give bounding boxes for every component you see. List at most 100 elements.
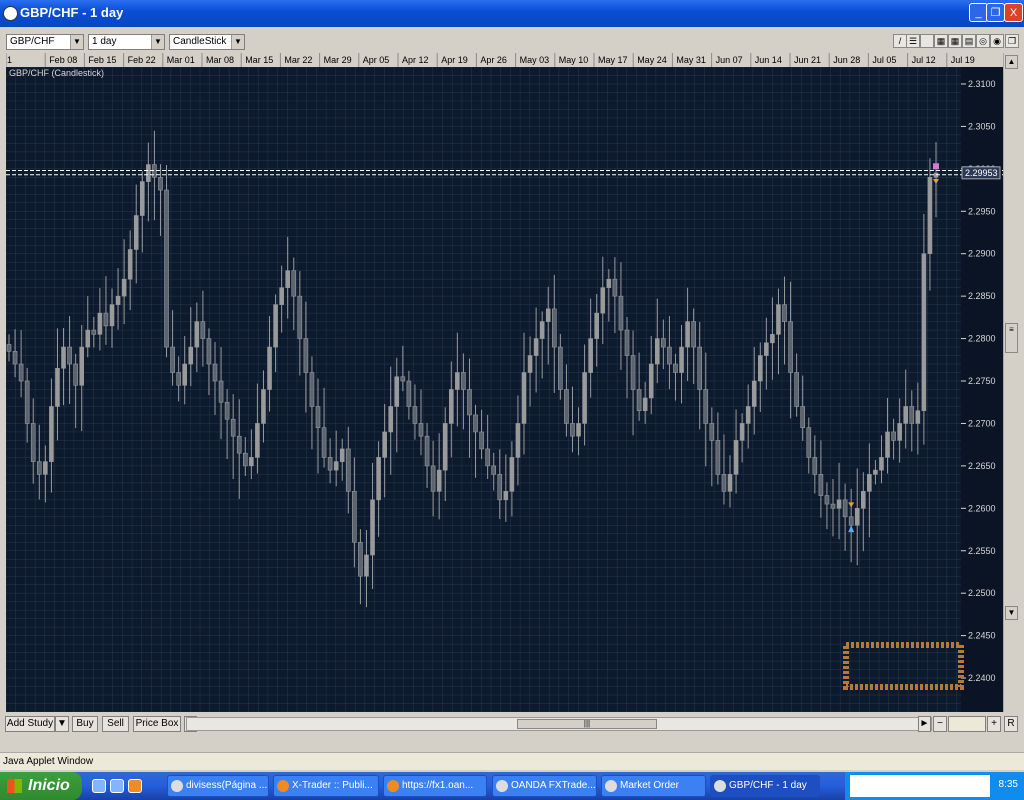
tray-area: [850, 775, 990, 797]
candle-body: [709, 423, 715, 441]
task-label: OANDA FXTrade...: [511, 780, 596, 791]
candle-body: [242, 452, 248, 467]
candle-body: [733, 440, 739, 475]
chevron-down-icon[interactable]: ▼: [151, 35, 164, 49]
scroll-down-icon[interactable]: ▼: [1005, 606, 1018, 620]
reset-button[interactable]: R: [1004, 716, 1018, 732]
task-icon: [171, 780, 183, 792]
add-study-dropdown[interactable]: ▼: [55, 716, 69, 732]
date-tick-label: Mar 08: [206, 55, 234, 65]
scroll-right-button[interactable]: ►: [918, 716, 931, 732]
date-tick-label: May 31: [676, 55, 706, 65]
candle-body: [576, 423, 581, 437]
candle-body: [442, 423, 448, 471]
candle-body: [146, 164, 151, 182]
candle-body: [836, 499, 842, 509]
zoom-icon[interactable]: ◎: [976, 34, 990, 48]
price-tick-label: 2.2400: [968, 673, 996, 683]
task-market-order[interactable]: Market Order: [601, 775, 706, 797]
date-tick-label: Apr 12: [402, 55, 429, 65]
candle-body: [273, 304, 278, 348]
candle-body: [751, 380, 757, 407]
chart-type-select[interactable]: CandleStick ▼: [169, 34, 245, 50]
candle-body: [667, 346, 672, 365]
candle-body: [297, 295, 303, 339]
zoom-out-button[interactable]: −: [933, 716, 947, 732]
sell-button[interactable]: Sell: [102, 716, 129, 732]
candle-body: [824, 495, 830, 505]
candle-body: [612, 278, 618, 297]
system-tray: 8:35: [845, 772, 1024, 800]
candle-body: [230, 418, 236, 437]
candle-body: [55, 367, 60, 407]
restore-icon[interactable]: ❐: [1005, 34, 1019, 48]
candle-body: [212, 363, 218, 382]
close-button[interactable]: X: [1004, 3, 1023, 22]
firefox-quicklaunch-icon[interactable]: [128, 779, 142, 793]
ie-quicklaunch-icon[interactable]: [92, 779, 106, 793]
date-tick-label: May 10: [559, 55, 589, 65]
candle-body: [382, 431, 387, 458]
vertical-scrollbar[interactable]: ▲ ≡ ▼: [1003, 53, 1019, 712]
price-box-button[interactable]: Price Box: [133, 716, 181, 732]
candle-body: [854, 508, 860, 526]
candle-body: [436, 469, 442, 492]
candle-body: [321, 427, 327, 458]
window-title-bar[interactable]: GBP/CHF - 1 day _ ❐ X: [0, 0, 1024, 27]
scroll-up-icon[interactable]: ▲: [1005, 55, 1018, 69]
scroll-thumb[interactable]: ≡: [1005, 323, 1018, 353]
chevron-down-icon[interactable]: ▼: [231, 35, 244, 49]
price-chart[interactable]: 1 Feb 08 Feb 15 Feb 22 Mar 01 Mar 08 Mar 15 Mar…: [5, 53, 1019, 713]
task-divisess[interactable]: divisess(Página ...: [167, 775, 269, 797]
date-tick-label: Mar 15: [245, 55, 273, 65]
candle-body: [91, 329, 97, 335]
explorer-quicklaunch-icon[interactable]: [110, 779, 124, 793]
task-oanda-fxtrade[interactable]: OANDA FXTrade...: [492, 775, 597, 797]
date-tick-label: Jul 12: [912, 55, 936, 65]
horizontal-scrollbar[interactable]: |||: [186, 717, 932, 731]
price-tick-label: 2.2750: [968, 376, 996, 386]
target-icon[interactable]: ◉: [990, 34, 1004, 48]
horizontal-scroll-thumb[interactable]: |||: [517, 719, 657, 729]
candle-body: [715, 440, 721, 475]
grid-icon[interactable]: ☰: [906, 34, 920, 48]
date-tick-label: Jun 28: [833, 55, 860, 65]
candle-body: [133, 215, 139, 250]
task-gbp-chf-chart[interactable]: GBP/CHF - 1 day: [710, 775, 820, 797]
table-icon[interactable]: ▦: [934, 34, 948, 48]
date-tick-label: Feb 08: [49, 55, 77, 65]
candle-body: [6, 344, 12, 352]
candle-body: [158, 177, 163, 191]
chart-type-value: CandleStick: [173, 36, 227, 47]
task-label: X-Trader :: Publi...: [292, 780, 373, 791]
blank-icon[interactable]: [920, 34, 934, 48]
candle-body: [400, 376, 406, 382]
task-label: divisess(Página ...: [186, 780, 268, 791]
instrument-select[interactable]: GBP/CHF ▼: [6, 34, 84, 50]
zoom-track[interactable]: [948, 716, 986, 732]
candle-body: [630, 355, 636, 390]
start-button[interactable]: Inicio: [0, 772, 82, 800]
task-icon: [277, 780, 289, 792]
candle-body: [309, 372, 315, 407]
chevron-down-icon[interactable]: ▼: [70, 35, 83, 49]
candle-body: [236, 435, 242, 454]
candlestick-chart-svg[interactable]: 1 Feb 08 Feb 15 Feb 22 Mar 01 Mar 08 Mar 15 Mar…: [5, 53, 1019, 713]
window-title: GBP/CHF - 1 day: [20, 5, 124, 20]
task-xtrader[interactable]: X-Trader :: Publi...: [273, 775, 379, 797]
maximize-button[interactable]: ❐: [986, 3, 1005, 22]
task-fx1-oanda[interactable]: https://fx1.oan...: [383, 775, 487, 797]
candle-body: [915, 410, 921, 424]
interval-select[interactable]: 1 day ▼: [88, 34, 165, 50]
buy-button[interactable]: Buy: [72, 716, 98, 732]
table-icon-2[interactable]: ▦: [948, 34, 962, 48]
task-icon: [387, 780, 399, 792]
add-study-button[interactable]: Add Study: [5, 716, 55, 732]
draw-line-icon[interactable]: /: [893, 34, 907, 48]
candle-body: [24, 380, 30, 424]
candle-body: [303, 338, 309, 373]
candle-body: [139, 181, 145, 216]
chart-caption: GBP/CHF (Candlestick): [9, 68, 104, 78]
zoom-in-button[interactable]: +: [987, 716, 1001, 732]
grid-icon-2[interactable]: ▤: [962, 34, 976, 48]
